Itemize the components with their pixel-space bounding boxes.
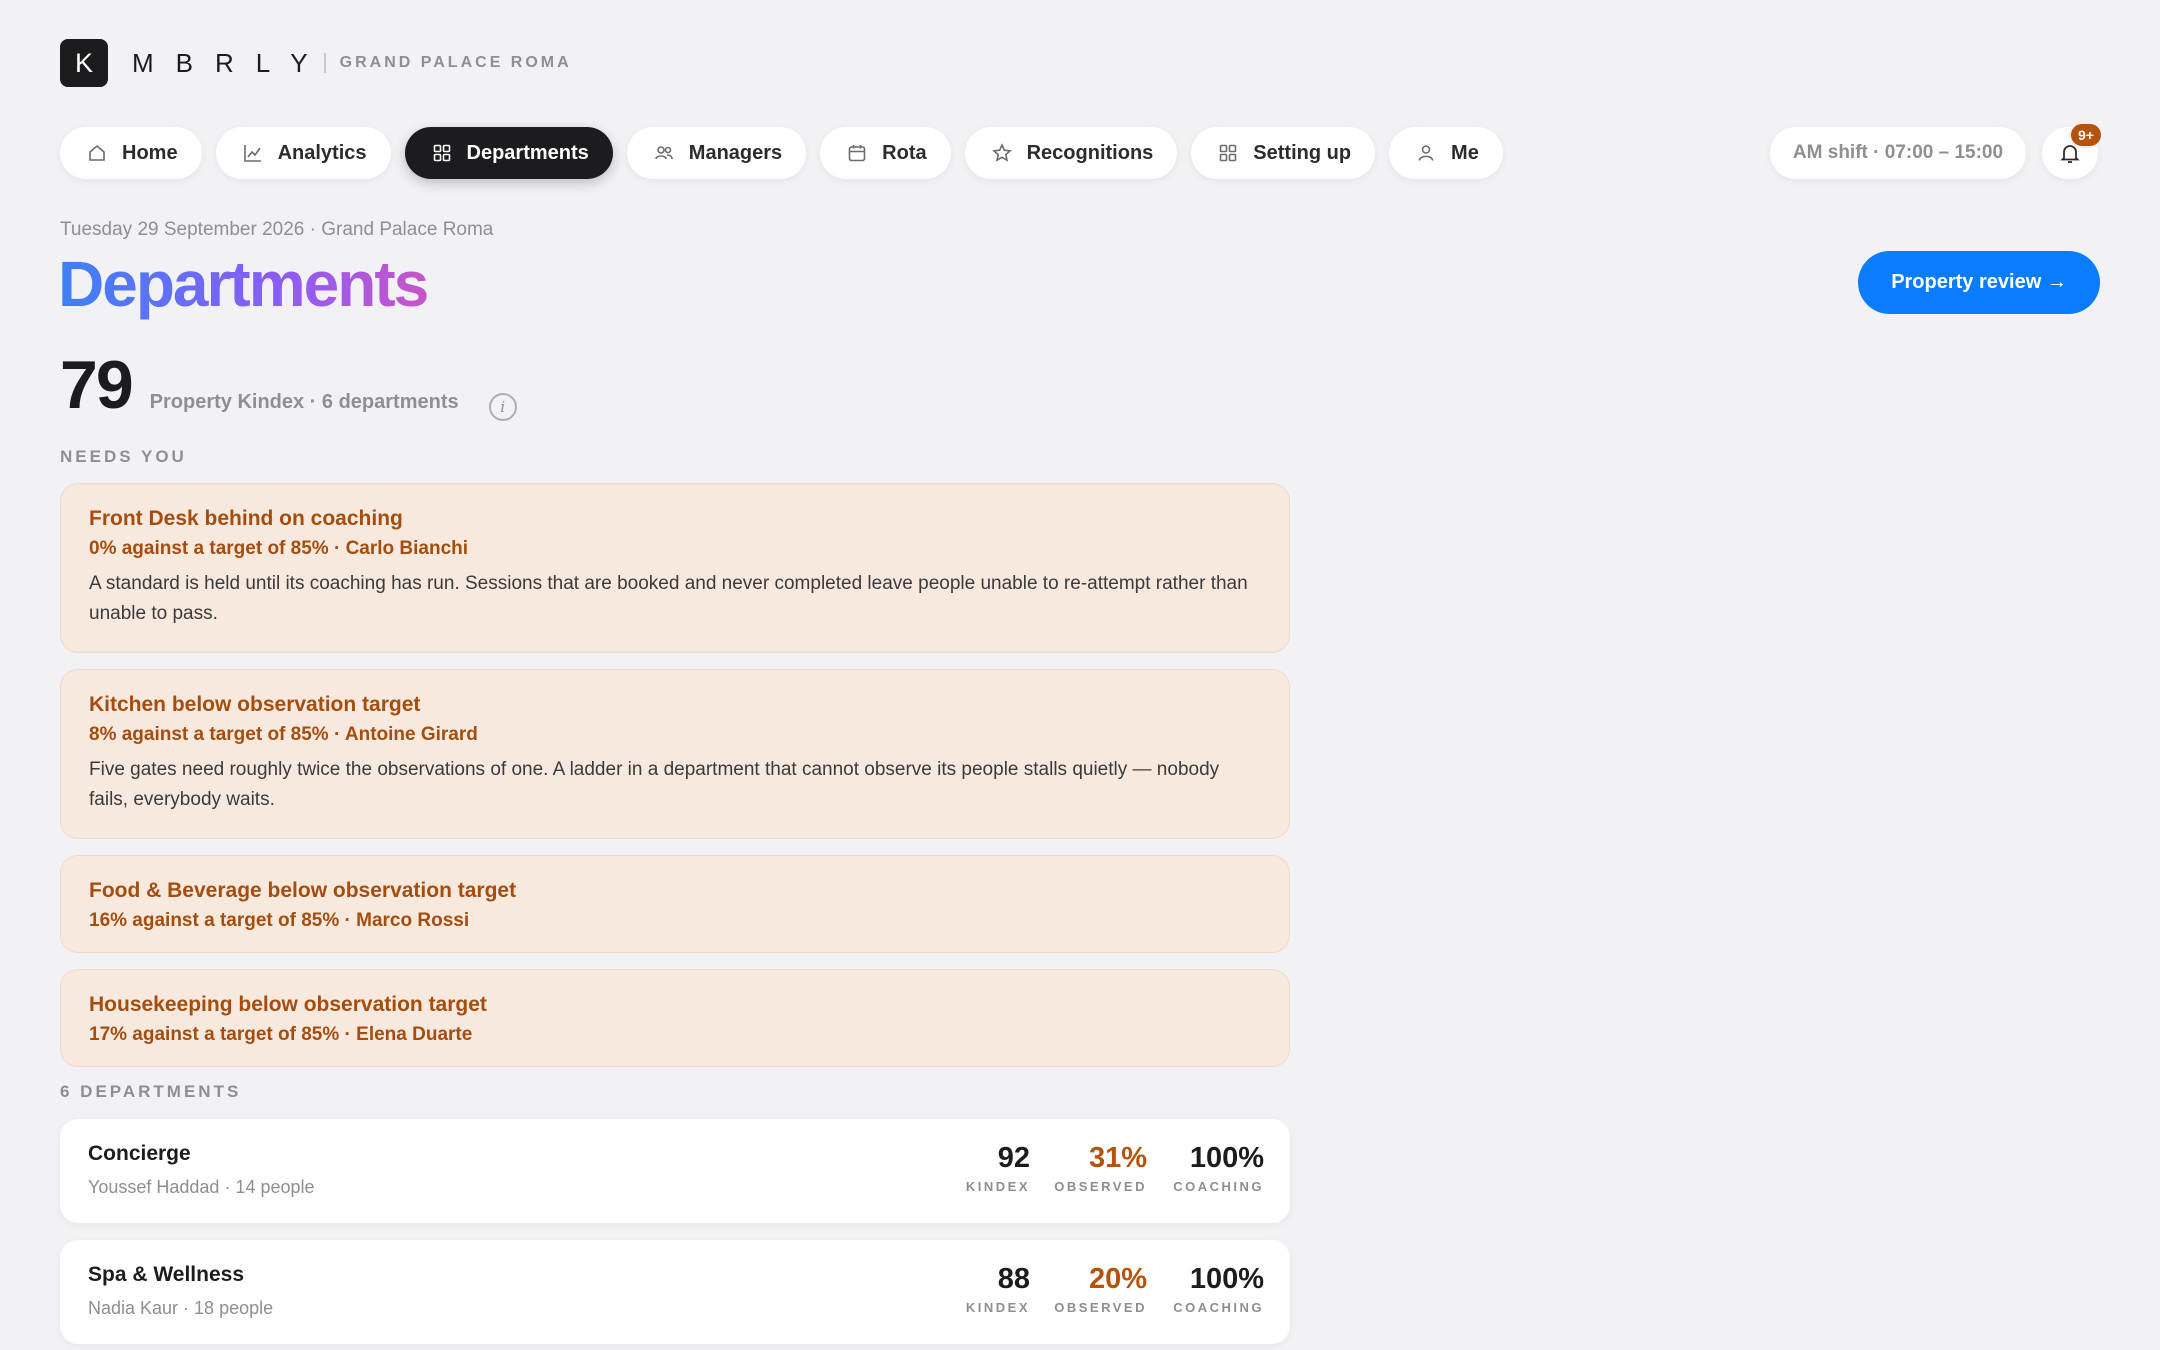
nav-recognitions[interactable]: Recognitions xyxy=(964,127,1178,179)
alert-subtitle: 17% against a target of 85% · Elena Duar… xyxy=(89,1024,473,1045)
observed-metric: 20% OBSERVED xyxy=(1054,1262,1147,1315)
coaching-metric: 100% COACHING xyxy=(1173,1141,1264,1194)
nav-managers[interactable]: Managers xyxy=(626,127,807,179)
departments-label: 6 DEPARTMENTS xyxy=(60,1082,242,1101)
star-icon xyxy=(991,142,1013,164)
kindex-value: 92 xyxy=(997,1142,1030,1174)
kindex-label: KINDEX xyxy=(965,1300,1030,1315)
alert-title: Housekeeping below observation target xyxy=(89,993,487,1016)
observed-value: 20% xyxy=(1088,1263,1147,1295)
info-icon[interactable]: i xyxy=(488,393,517,421)
person-icon xyxy=(1415,142,1437,164)
department-name: Concierge xyxy=(88,1142,191,1165)
kindex-metric: 92 KINDEX xyxy=(966,1141,1030,1194)
nav-label: Me xyxy=(1451,141,1479,164)
property-review-button[interactable]: Property review → xyxy=(1858,251,2100,314)
observed-value: 31% xyxy=(1088,1142,1147,1174)
alert-card[interactable]: Kitchen below observation target 8% agai… xyxy=(60,669,1290,839)
calendar-icon xyxy=(846,142,868,164)
alert-body: A standard is held until its coaching ha… xyxy=(89,573,1248,624)
alert-card[interactable]: Housekeeping below observation target 17… xyxy=(60,969,1290,1067)
brand: K MBRLY GRAND PALACE ROMA xyxy=(60,39,572,87)
property-kindex-value: 79 xyxy=(60,347,134,423)
nav-setting-up[interactable]: Setting up xyxy=(1191,127,1376,179)
kindex-metric: 88 KINDEX xyxy=(966,1262,1030,1315)
needs-you-label: NEEDS YOU xyxy=(60,447,187,466)
nav-analytics[interactable]: Analytics xyxy=(215,127,391,179)
coaching-value: 100% xyxy=(1189,1263,1264,1295)
nav-label: Managers xyxy=(688,141,783,164)
department-card[interactable]: Concierge Youssef Haddad · 14 people 92 … xyxy=(60,1119,1290,1223)
nav-departments[interactable]: Departments xyxy=(404,127,613,179)
property-kindex-label: Property Kindex · 6 departments xyxy=(149,391,459,413)
home-icon xyxy=(86,142,108,164)
kindex-value: 88 xyxy=(997,1263,1030,1295)
nav-rota[interactable]: Rota xyxy=(820,127,951,179)
department-meta: Nadia Kaur · 18 people xyxy=(88,1298,274,1318)
wordmark: MBRLY xyxy=(132,47,330,78)
people-icon xyxy=(653,142,675,164)
logo[interactable]: K xyxy=(60,39,108,87)
alert-body: Five gates need roughly twice the observ… xyxy=(89,759,1220,810)
notification-badge: 9+ xyxy=(2069,122,2103,148)
observed-label: OBSERVED xyxy=(1054,1300,1147,1315)
coaching-metric: 100% COACHING xyxy=(1173,1262,1264,1315)
alert-title: Front Desk behind on coaching xyxy=(89,507,403,530)
grid-icon xyxy=(1217,142,1239,164)
alert-subtitle: 8% against a target of 85% · Antoine Gir… xyxy=(89,724,478,745)
alert-subtitle: 0% against a target of 85% · Carlo Bianc… xyxy=(89,538,469,559)
alert-title: Food & Beverage below observation target xyxy=(89,879,517,902)
coaching-value: 100% xyxy=(1189,1142,1264,1174)
nav-label: Rota xyxy=(882,141,927,164)
department-card[interactable]: Spa & Wellness Nadia Kaur · 18 people 88… xyxy=(60,1240,1290,1344)
nav-me[interactable]: Me xyxy=(1389,127,1503,179)
nav-label: Setting up xyxy=(1253,141,1352,164)
nav-label: Analytics xyxy=(277,141,367,164)
kindex-label: KINDEX xyxy=(965,1179,1030,1194)
observed-metric: 31% OBSERVED xyxy=(1054,1141,1147,1194)
brand-divider xyxy=(323,53,326,73)
department-meta: Youssef Haddad · 14 people xyxy=(88,1177,315,1197)
property-score: 79 Property Kindex · 6 departments i xyxy=(60,345,517,425)
dateline: Tuesday 29 September 2026 · Grand Palace… xyxy=(60,219,494,240)
department-name: Spa & Wellness xyxy=(88,1263,245,1286)
coaching-label: COACHING xyxy=(1173,1179,1264,1194)
nav-label: Departments xyxy=(466,141,589,164)
coaching-label: COACHING xyxy=(1173,1300,1264,1315)
alert-title: Kitchen below observation target xyxy=(89,693,421,716)
chart-icon xyxy=(242,142,264,164)
observed-label: OBSERVED xyxy=(1054,1179,1147,1194)
main-nav: Home Analytics Departments Managers Rota… xyxy=(60,127,1503,179)
nav-home[interactable]: Home xyxy=(60,127,202,179)
property-name: GRAND PALACE ROMA xyxy=(339,54,572,71)
alert-card[interactable]: Food & Beverage below observation target… xyxy=(60,855,1290,953)
nav-label: Home xyxy=(122,141,178,164)
grid-icon xyxy=(431,142,453,164)
alert-card[interactable]: Front Desk behind on coaching 0% against… xyxy=(60,483,1290,653)
alert-subtitle: 16% against a target of 85% · Marco Ross… xyxy=(89,910,470,931)
nav-label: Recognitions xyxy=(1026,141,1154,164)
page-title: Departments xyxy=(58,244,429,324)
shift-indicator[interactable]: AM shift · 07:00 – 15:00 xyxy=(1770,127,2026,179)
